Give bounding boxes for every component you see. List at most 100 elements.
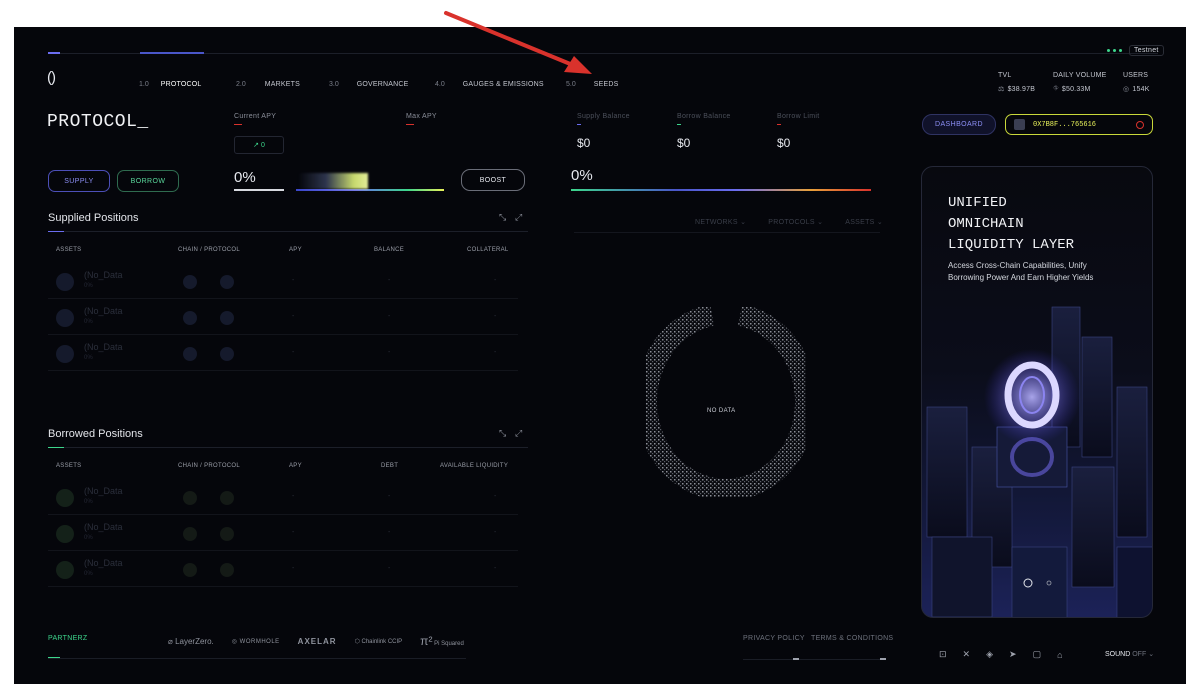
chain-icon xyxy=(183,311,197,325)
expand-icon[interactable]: ⤢ xyxy=(515,428,522,439)
apy-bar xyxy=(234,189,284,191)
chain-icon xyxy=(183,563,197,577)
dashboard-button[interactable]: DASHBOARD xyxy=(922,114,996,135)
nav-label: MARKETS xyxy=(264,81,300,88)
pi-icon: π² xyxy=(420,634,433,648)
nav-item-markets[interactable]: 2.0 MARKETS xyxy=(236,73,300,91)
collateral-cell: - xyxy=(494,349,497,356)
nav-number: 3.0 xyxy=(329,81,339,88)
nav-item-protocol[interactable]: 1.0 PROTOCOL xyxy=(139,73,202,91)
borrow-button[interactable]: BORROW xyxy=(117,170,179,192)
borrow-limit-value: $0 xyxy=(777,136,791,150)
partner-logos: ⌀ LayerZero. ◎ WORMHOLE AXELAR ⬡ Chainli… xyxy=(168,634,464,648)
gitbook-icon[interactable]: ◈ xyxy=(986,649,993,660)
borrow-limit-bar xyxy=(571,189,871,191)
wormhole-icon: ◎ xyxy=(231,638,238,645)
column-header: CHAIN / PROTOCOL xyxy=(178,247,241,253)
nav-item-governance[interactable]: 3.0 GOVERNANCE xyxy=(329,73,409,91)
table-row[interactable]: (No_Data 0% - - - xyxy=(48,335,518,371)
footer-divider xyxy=(48,658,466,659)
asset-icon xyxy=(56,345,74,363)
logo-icon[interactable]: () xyxy=(47,69,56,86)
borrowed-table-header: ASSETS CHAIN / PROTOCOL APY DEBT AVAILAB… xyxy=(48,463,528,473)
protocol-icon xyxy=(220,563,234,577)
apy-cell: - xyxy=(292,277,295,284)
networks-filter[interactable]: NETWORKS ⌄ xyxy=(695,218,746,226)
wormhole-logo[interactable]: ◎ WORMHOLE xyxy=(232,638,280,645)
wallet-avatar-icon xyxy=(1014,119,1025,130)
nav-label: GOVERNANCE xyxy=(356,81,409,88)
borrow-limit-label: Borrow Limit xyxy=(777,113,820,120)
boost-button[interactable]: BOOST xyxy=(461,169,525,191)
section-accent xyxy=(48,231,64,232)
borrowed-positions-title: Borrowed Positions xyxy=(48,428,143,440)
nav-number: 2.0 xyxy=(236,81,246,88)
volume-label: DAILY VOLUME xyxy=(1053,72,1107,79)
column-header: BALANCE xyxy=(374,247,405,253)
axelar-logo[interactable]: AXELAR xyxy=(298,637,337,646)
protocols-filter[interactable]: PROTOCOLS ⌄ xyxy=(768,218,823,226)
table-row[interactable]: (No_Data 0% - - - xyxy=(48,299,518,335)
table-row[interactable]: (No_Data 0% - - - xyxy=(48,551,518,587)
bell-icon[interactable]: ⌂ xyxy=(1057,650,1062,660)
filter-label: PROTOCOLS xyxy=(768,219,815,226)
balance-cell: - xyxy=(388,313,391,320)
telegram-icon[interactable]: ➤ xyxy=(1009,649,1017,660)
table-row[interactable]: (No_Data 0% - - - xyxy=(48,515,518,551)
network-badge[interactable]: Testnet xyxy=(1107,45,1164,56)
discord-icon[interactable]: ⊡ xyxy=(939,649,947,660)
max-apy-label: Max APY xyxy=(406,113,437,120)
collapse-icon[interactable]: ⤡ xyxy=(499,212,506,223)
chain-icon xyxy=(183,347,197,361)
collapse-icon[interactable]: ⤡ xyxy=(499,428,506,439)
pi-squared-logo[interactable]: π² Pi Squared xyxy=(420,634,464,648)
users-label: USERS xyxy=(1123,72,1149,79)
section-divider xyxy=(48,231,528,232)
chainlink-logo[interactable]: ⬡ Chainlink CCIP xyxy=(355,638,403,645)
footer-link-accent xyxy=(793,658,799,660)
table-row[interactable]: (No_Data 0% - - - xyxy=(48,263,518,299)
promo-line: OMNICHAIN xyxy=(948,216,1024,232)
column-header: CHAIN / PROTOCOL xyxy=(178,463,241,469)
layerzero-logo[interactable]: ⌀ LayerZero. xyxy=(168,637,214,646)
asset-sub: 0% xyxy=(84,499,93,505)
progress-segment xyxy=(48,52,60,54)
x-icon[interactable]: ✕ xyxy=(963,649,971,660)
supply-button[interactable]: SUPPLY xyxy=(48,170,110,192)
apy-delta: ↗ 0 xyxy=(234,136,284,154)
tvl-value: $38.97B xyxy=(1007,85,1036,93)
users-icon: ◎ xyxy=(1123,86,1130,93)
liquidity-cell: - xyxy=(494,529,497,536)
wallet-button[interactable]: 0X7B8F...765616 xyxy=(1005,114,1153,135)
table-row[interactable]: (No_Data 0% - - - xyxy=(48,479,518,515)
sound-toggle[interactable]: SOUND OFF ⌄ xyxy=(1105,650,1154,658)
apy-cell: - xyxy=(292,349,295,356)
nav-label: PROTOCOL xyxy=(160,81,202,88)
asset-name: (No_Data xyxy=(84,522,123,532)
footer-link-divider xyxy=(743,659,885,660)
nav-label: SEEDS xyxy=(593,81,619,88)
privacy-policy-link[interactable]: PRIVACY POLICY xyxy=(743,635,805,642)
nav-number: 5.0 xyxy=(566,81,576,88)
supplied-positions-title: Supplied Positions xyxy=(48,212,139,224)
protocol-icon xyxy=(220,491,234,505)
expand-icon[interactable]: ⤢ xyxy=(515,212,522,223)
protocol-icon xyxy=(220,527,234,541)
column-header: ASSETS xyxy=(56,247,82,253)
protocol-icon xyxy=(220,347,234,361)
apy-marker xyxy=(234,124,242,125)
volume-value: $50.33M xyxy=(1061,85,1091,93)
disconnect-icon[interactable] xyxy=(1136,120,1144,129)
social-links: ⊡ ✕ ◈ ➤ ▢ ⌂ xyxy=(939,649,1063,660)
users-stat: ◎ 154K xyxy=(1123,85,1150,94)
apy-cell: - xyxy=(292,493,295,500)
section-divider xyxy=(48,447,528,448)
promo-title: UNIFIED OMNICHAIN LIQUIDITY LAYER xyxy=(948,193,1074,256)
terms-link[interactable]: TERMS & CONDITIONS xyxy=(811,635,893,642)
promo-line: UNIFIED xyxy=(948,195,1007,211)
supply-balance-label: Supply Balance xyxy=(577,113,630,120)
assets-filter[interactable]: ASSETS ⌄ xyxy=(845,218,883,226)
partner-name: Pi Squared xyxy=(434,641,464,647)
chevron-down-icon: ⌄ xyxy=(817,219,824,226)
chat-icon[interactable]: ▢ xyxy=(1033,649,1042,660)
